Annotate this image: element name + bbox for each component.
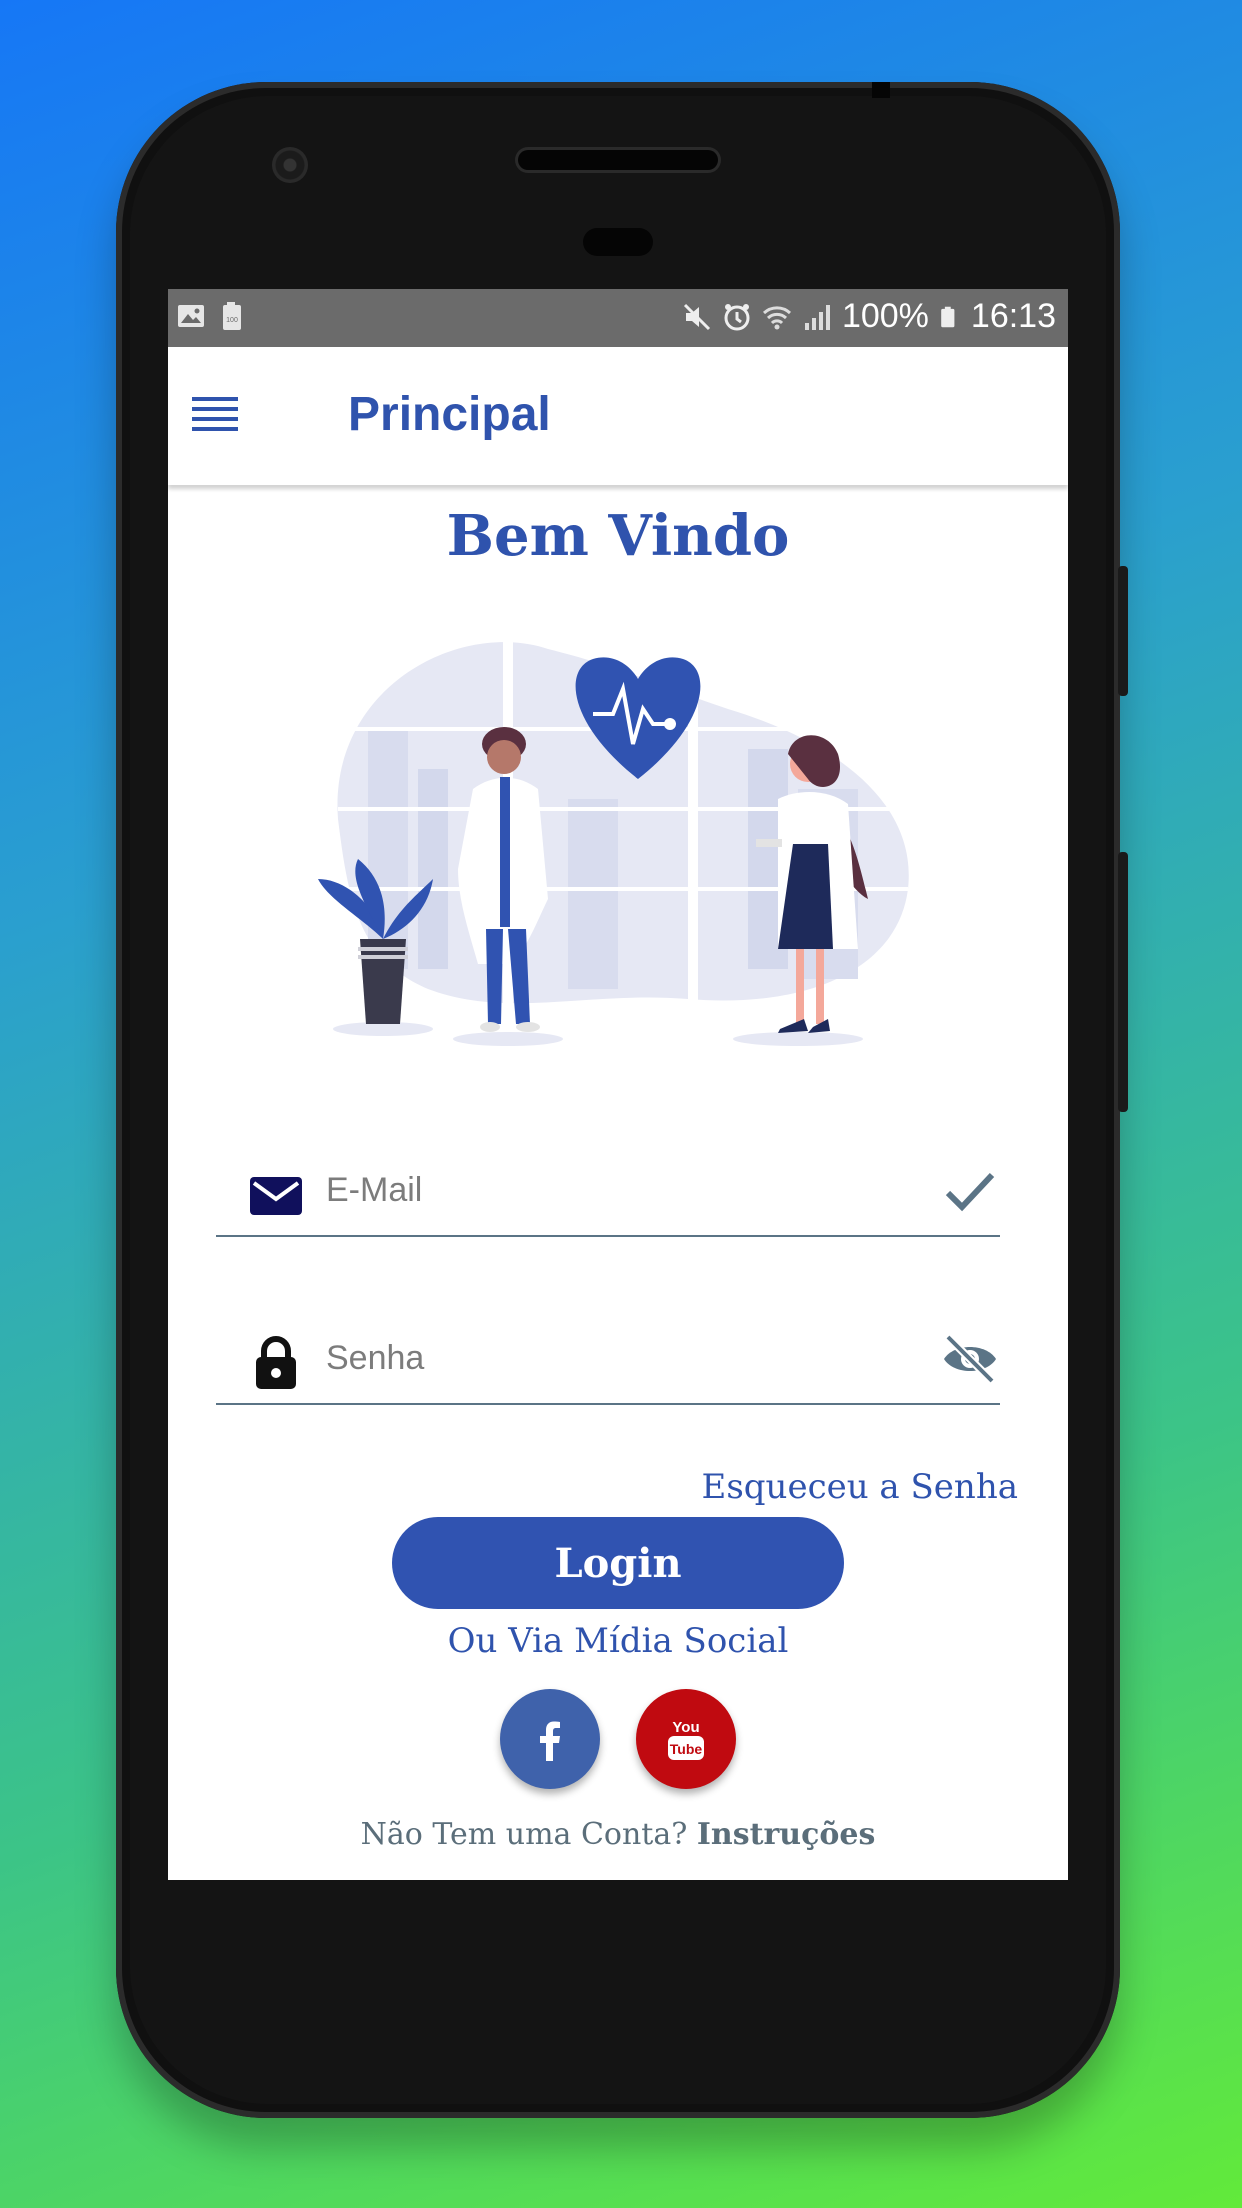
phone-side-button-top	[1118, 566, 1128, 696]
mute-icon	[683, 303, 710, 330]
battery-percent: 100%	[841, 297, 929, 335]
battery-badge-text: 100	[226, 317, 238, 324]
signup-prompt: Não Tem uma Conta? Instruções	[168, 1817, 1068, 1852]
page-title: Principal	[348, 388, 551, 441]
social-login-label: Ou Via Mídia Social	[447, 1621, 789, 1661]
status-time: 16:13	[970, 297, 1056, 335]
phone-side-button-bottom	[1118, 852, 1128, 1112]
password-input[interactable]	[324, 1327, 888, 1389]
alarm-icon	[724, 303, 750, 330]
status-bar: 100 100% 16:13	[168, 289, 1068, 347]
image-notification-icon	[178, 305, 204, 327]
youtube-button[interactable]: You Tube	[636, 1689, 736, 1789]
youtube-icon-text-top: You	[672, 1719, 699, 1736]
wifi-icon	[762, 305, 791, 329]
login-button[interactable]: Login	[392, 1517, 844, 1609]
youtube-icon: You Tube	[668, 1719, 704, 1760]
app-bar: Principal	[168, 347, 1068, 485]
password-field	[216, 1313, 1000, 1405]
check-icon	[945, 1172, 995, 1212]
proximity-sensor	[583, 228, 653, 256]
facebook-icon	[540, 1721, 560, 1761]
doctors-illustration	[318, 629, 909, 1046]
youtube-icon-text-bottom: Tube	[670, 1741, 703, 1757]
screen: 100 100% 16:13 Principal Bem Vindo E-Mai…	[168, 289, 1068, 1880]
mail-icon	[250, 1177, 302, 1215]
battery-notification-icon: 100	[223, 302, 241, 330]
front-camera	[272, 147, 308, 183]
phone-top-notch	[872, 82, 890, 98]
no-account-text: Não Tem uma Conta?	[360, 1817, 688, 1852]
eye-off-icon[interactable]	[940, 1331, 1000, 1387]
menu-icon[interactable]	[192, 397, 238, 433]
facebook-button[interactable]	[500, 1689, 600, 1789]
lock-icon	[256, 1336, 296, 1389]
welcome-heading: Bem Vindo	[446, 503, 790, 569]
instructions-link[interactable]: Instruções	[697, 1817, 875, 1852]
forgot-password-link[interactable]: Esqueceu a Senha	[702, 1467, 1018, 1507]
battery-icon	[941, 306, 955, 327]
email-field	[216, 1145, 1000, 1237]
email-input[interactable]	[324, 1159, 888, 1221]
signal-icon	[804, 304, 830, 330]
earpiece	[518, 150, 718, 170]
